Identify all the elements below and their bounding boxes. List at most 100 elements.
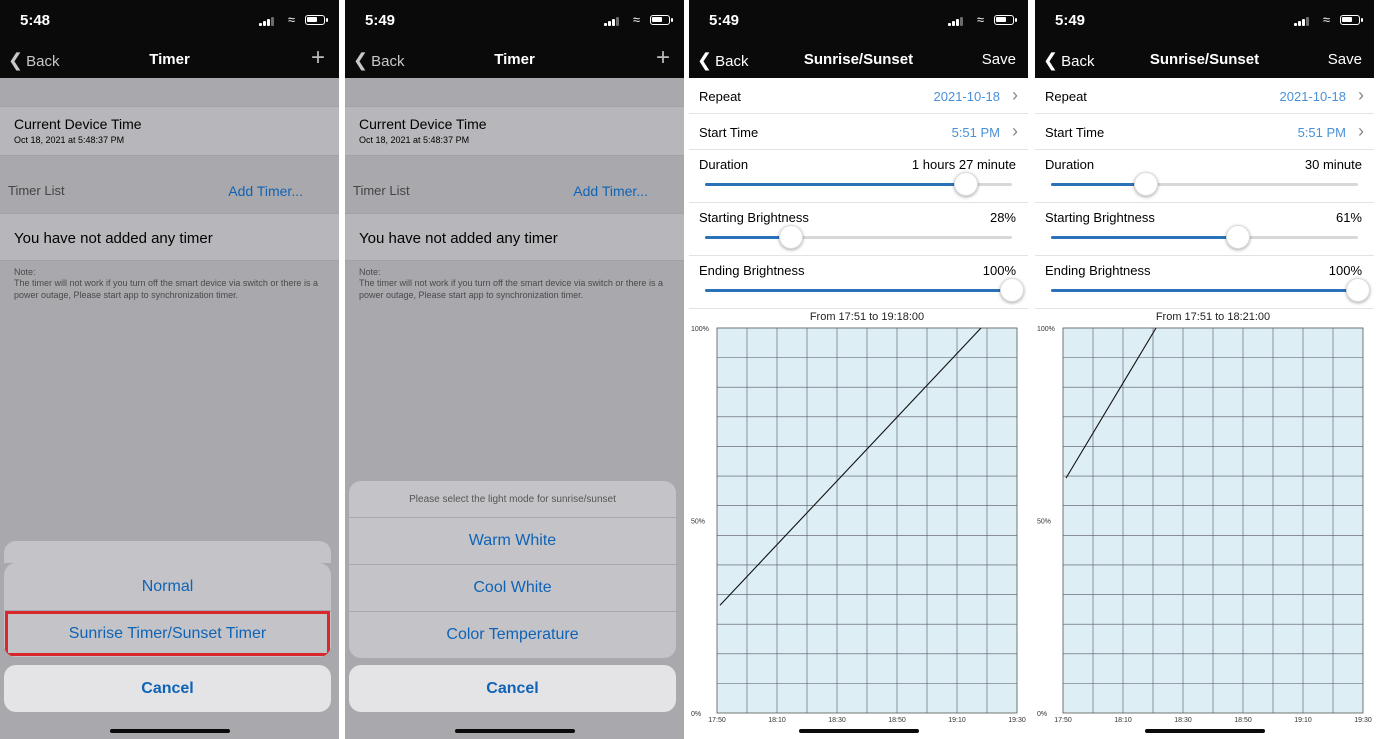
cancel-button[interactable]: Cancel	[349, 665, 676, 712]
signal-icon	[604, 16, 620, 26]
status-bar: 5:49 ≈	[1035, 0, 1374, 40]
option-sunrise-sunset-timer[interactable]: Sunrise Timer/Sunset Timer	[4, 610, 331, 657]
wifi-icon: ≈	[632, 12, 640, 27]
battery-icon	[650, 15, 673, 25]
chart-title: From 17:51 to 19:18:00	[810, 311, 924, 323]
brightness-chart: From 17:51 to 19:18:00 0% 50% 100% 17:50 18:1…	[689, 303, 1028, 739]
timer-list-label: Timer List	[8, 183, 65, 198]
x-tick-label: 17:50	[1054, 717, 1072, 724]
add-timer-link[interactable]: Add Timer...	[228, 183, 303, 199]
note-text: Note: The timer will not work if you tur…	[359, 267, 663, 300]
starting-brightness-value: 28%	[989, 210, 1016, 225]
battery-icon	[1340, 15, 1363, 25]
ending-brightness-knob[interactable]	[1000, 278, 1024, 302]
duration-slider[interactable]	[705, 172, 1012, 196]
starting-brightness-slider[interactable]	[1051, 225, 1358, 249]
light-mode-sheet: Please select the light mode for sunrise…	[349, 481, 676, 658]
ending-brightness-row: Ending Brightness 100%	[689, 256, 1028, 309]
add-icon[interactable]: +	[311, 44, 325, 72]
x-tick-label: 19:10	[1294, 717, 1312, 724]
battery-icon	[305, 15, 328, 25]
x-tick-label: 18:10	[768, 717, 786, 724]
option-color-temperature[interactable]: Color Temperature	[349, 611, 676, 658]
phone-screen-timer-mode: 5:48 ≈ ❮ Back Timer + Current Device Time…	[0, 0, 339, 739]
y-tick-label: 100%	[691, 326, 709, 333]
save-button[interactable]: Save	[982, 51, 1016, 68]
current-device-time-label: Current Device Time	[359, 116, 487, 132]
x-tick-label: 19:30	[1008, 717, 1026, 724]
y-tick-label: 0%	[691, 711, 701, 718]
chart-title: From 17:51 to 18:21:00	[1156, 311, 1270, 323]
current-device-time-row: Current Device Time Oct 18, 2021 at 5:48…	[345, 106, 684, 156]
status-bar: 5:48 ≈	[0, 0, 339, 40]
status-time: 5:49	[365, 12, 396, 29]
battery-icon	[994, 15, 1017, 25]
start-time-row[interactable]: Start Time 5:51 PM ›	[689, 114, 1028, 150]
add-icon[interactable]: +	[656, 44, 670, 72]
chevron-right-icon: ›	[1012, 121, 1018, 141]
duration-value: 1 hours 27 minute	[911, 157, 1016, 172]
duration-row: Duration 30 minute	[1035, 150, 1374, 203]
save-button[interactable]: Save	[1328, 51, 1362, 68]
starting-brightness-label: Starting Brightness	[699, 210, 809, 225]
duration-slider-knob[interactable]	[953, 172, 978, 196]
start-time-value: 5:51 PM	[1297, 125, 1346, 140]
duration-row: Duration 1 hours 27 minute	[689, 150, 1028, 203]
add-timer-link[interactable]: Add Timer...	[573, 183, 648, 199]
duration-label: Duration	[1045, 157, 1095, 172]
duration-label: Duration	[699, 157, 749, 172]
duration-slider[interactable]	[1051, 172, 1358, 196]
start-time-row[interactable]: Start Time 5:51 PM ›	[1035, 114, 1374, 150]
ending-brightness-knob[interactable]	[1346, 278, 1370, 302]
sheet-header: Please select the light mode for sunrise…	[409, 493, 616, 505]
wifi-icon: ≈	[1322, 12, 1330, 27]
signal-icon	[259, 16, 275, 26]
cancel-button[interactable]: Cancel	[4, 665, 331, 712]
y-tick-label: 100%	[1037, 326, 1055, 333]
ending-brightness-slider[interactable]	[705, 278, 1024, 302]
chevron-right-icon: ›	[1358, 85, 1364, 105]
nav-bar: ❮ Back Timer +	[345, 40, 684, 78]
sunrise-settings: Repeat 2021-10-18 › Start Time 5:51 PM ›…	[689, 78, 1028, 739]
repeat-row[interactable]: Repeat 2021-10-18 ›	[1035, 78, 1374, 114]
wifi-icon: ≈	[287, 12, 295, 27]
chart-svg: From 17:51 to 19:18:00 0% 50% 100% 17:50 18:1…	[691, 311, 1026, 724]
duration-slider-knob[interactable]	[1134, 172, 1159, 196]
repeat-row[interactable]: Repeat 2021-10-18 ›	[689, 78, 1028, 114]
x-tick-label: 19:10	[948, 717, 966, 724]
starting-brightness-knob[interactable]	[1226, 225, 1251, 249]
signal-icon	[1294, 16, 1310, 26]
current-device-time-row: Current Device Time Oct 18, 2021 at 5:48…	[0, 106, 339, 156]
current-device-time-value: Oct 18, 2021 at 5:48:37 PM	[14, 135, 125, 145]
timer-list-label: Timer List	[353, 183, 410, 198]
starting-brightness-knob[interactable]	[778, 225, 803, 249]
wifi-icon: ≈	[976, 12, 984, 27]
phone-screen-light-mode: 5:49 ≈ ❮ Back Timer + Current Device Time…	[345, 0, 684, 739]
ending-brightness-row: Ending Brightness 100%	[1035, 256, 1374, 309]
x-tick-label: 18:30	[828, 717, 846, 724]
signal-icon	[948, 16, 964, 26]
x-tick-label: 18:50	[888, 717, 906, 724]
x-tick-label: 18:50	[1234, 717, 1252, 724]
starting-brightness-row: Starting Brightness 61%	[1035, 203, 1374, 256]
timer-list-header: Timer List Add Timer...	[345, 156, 684, 213]
repeat-label: Repeat	[699, 89, 741, 104]
repeat-value: 2021-10-18	[1279, 89, 1347, 104]
starting-brightness-slider[interactable]	[705, 225, 1012, 249]
x-tick-label: 17:50	[708, 717, 726, 724]
status-time: 5:49	[709, 12, 740, 29]
option-warm-white[interactable]: Warm White	[349, 517, 676, 564]
current-device-time-label: Current Device Time	[14, 116, 142, 132]
ending-brightness-slider[interactable]	[1051, 278, 1370, 302]
ending-brightness-label: Ending Brightness	[699, 263, 805, 278]
starting-brightness-label: Starting Brightness	[1045, 210, 1155, 225]
y-tick-label: 0%	[1037, 711, 1047, 718]
status-time: 5:48	[20, 12, 51, 29]
chart-svg: From 17:51 to 18:21:00 0% 50% 100% 17:50 18:1…	[1037, 311, 1372, 724]
nav-bar: ❮ Back Timer +	[0, 40, 339, 78]
option-cool-white[interactable]: Cool White	[349, 564, 676, 611]
start-time-label: Start Time	[1045, 125, 1105, 140]
option-normal[interactable]: Normal	[4, 563, 331, 610]
chevron-right-icon: ›	[1358, 121, 1364, 141]
page-title: Timer	[149, 51, 190, 68]
